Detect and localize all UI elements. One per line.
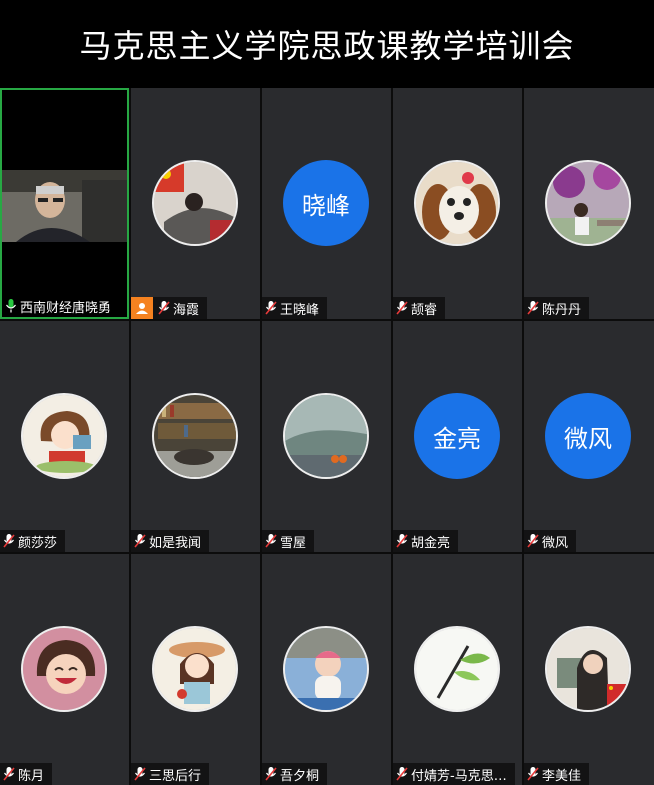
participant-nameplate: 李美佳 — [524, 763, 590, 785]
mic-muted-icon — [131, 530, 149, 552]
girl-flowers-photo — [545, 160, 631, 246]
participant-nameplate: 陈丹丹 — [524, 297, 590, 319]
host-icon — [131, 297, 153, 319]
cartoon-hat-girl-photo — [152, 626, 238, 712]
participant-tile[interactable]: 吾夕桐 — [262, 554, 391, 785]
participant-nameplate: 三思后行 — [131, 763, 210, 785]
mic-muted-icon — [393, 530, 411, 552]
participant-nameplate: 微风 — [524, 530, 577, 552]
participant-video — [2, 170, 127, 242]
participant-tile[interactable]: 陈月 — [0, 554, 129, 785]
participant-name: 海霞 — [173, 302, 200, 318]
participant-nameplate: 西南财经唐晓勇 — [2, 295, 120, 317]
participant-name: 颉睿 — [411, 302, 438, 318]
participant-name: 李美佳 — [542, 768, 582, 784]
avatar-initials: 晓峰 — [302, 191, 350, 220]
participant-tile[interactable]: 颉睿 — [393, 88, 522, 319]
participant-nameplate: 付婧芳-马克思… — [393, 763, 515, 785]
bookshelf-photo — [152, 393, 238, 479]
participant-tile[interactable]: 如是我闻 — [131, 321, 260, 552]
mic-muted-icon — [0, 530, 18, 552]
participant-name: 付婧芳-马克思… — [411, 768, 507, 784]
mic-muted-icon — [131, 763, 149, 785]
participant-name: 西南财经唐晓勇 — [20, 300, 112, 316]
avatar-initials: 微风 — [564, 424, 612, 453]
woman-flag-photo — [545, 626, 631, 712]
participant-nameplate: 陈月 — [0, 763, 53, 785]
participant-name: 微风 — [542, 535, 569, 551]
participant-tile[interactable]: 陈丹丹 — [524, 88, 654, 319]
baby-photo — [283, 626, 369, 712]
participant-tile[interactable]: 晓峰 王晓峰 — [262, 88, 391, 319]
participant-nameplate: 胡金亮 — [393, 530, 459, 552]
participant-name: 王晓峰 — [280, 302, 320, 318]
laughing-girl-photo — [21, 626, 107, 712]
participant-name: 吾夕桐 — [280, 768, 320, 784]
participant-nameplate: 雪屋 — [262, 530, 315, 552]
participant-tile[interactable]: 微风 微风 — [524, 321, 654, 552]
avatar-initials: 金亮 — [433, 424, 481, 453]
participant-nameplate: 吾夕桐 — [262, 763, 328, 785]
woman-lying-photo — [152, 160, 238, 246]
participant-nameplate: 海霞 — [131, 297, 208, 319]
participant-name: 胡金亮 — [411, 535, 451, 551]
mic-muted-icon — [524, 763, 542, 785]
dog-photo — [414, 160, 500, 246]
participant-name: 三思后行 — [149, 768, 202, 784]
participant-nameplate: 如是我闻 — [131, 530, 210, 552]
meeting-title: 马克思主义学院思政课教学培训会 — [79, 27, 575, 65]
mic-muted-icon — [262, 530, 280, 552]
participant-nameplate: 颜莎莎 — [0, 530, 66, 552]
mic-muted-icon — [155, 297, 173, 319]
participant-nameplate: 颉睿 — [393, 297, 446, 319]
mic-muted-icon — [262, 763, 280, 785]
bamboo-leaf-photo — [414, 626, 500, 712]
mic-muted-icon — [0, 763, 18, 785]
mic-muted-icon — [262, 297, 280, 319]
participant-name: 如是我闻 — [149, 535, 202, 551]
participant-tile[interactable]: 金亮 胡金亮 — [393, 321, 522, 552]
text-avatar: 金亮 — [414, 393, 500, 479]
participant-name: 陈丹丹 — [542, 302, 582, 318]
window-persimmons-photo — [283, 393, 369, 479]
text-avatar: 微风 — [545, 393, 631, 479]
participant-grid: 西南财经唐晓勇 海霞 晓峰 王晓峰 颉睿 陈丹丹 颜莎莎 如是我闻 雪屋 金亮 … — [0, 88, 654, 785]
participant-name: 颜莎莎 — [18, 535, 58, 551]
mic-muted-icon — [524, 297, 542, 319]
mic-muted-icon — [393, 297, 411, 319]
mic-muted-icon — [393, 763, 411, 785]
participant-tile[interactable]: 三思后行 — [131, 554, 260, 785]
participant-tile[interactable]: 雪屋 — [262, 321, 391, 552]
participant-tile[interactable]: 海霞 — [131, 88, 260, 319]
participant-name: 雪屋 — [280, 535, 307, 551]
participant-tile[interactable]: 西南财经唐晓勇 — [0, 88, 129, 319]
participant-tile[interactable]: 李美佳 — [524, 554, 654, 785]
participant-nameplate: 王晓峰 — [262, 297, 328, 319]
participant-tile[interactable]: 付婧芳-马克思… — [393, 554, 522, 785]
participant-tile[interactable]: 颜莎莎 — [0, 321, 129, 552]
text-avatar: 晓峰 — [283, 160, 369, 246]
meeting-title-bar: 马克思主义学院思政课教学培训会 — [0, 0, 654, 88]
cartoon-girl-photo — [21, 393, 107, 479]
speaking-mic-icon — [2, 295, 20, 317]
participant-name: 陈月 — [18, 768, 45, 784]
mic-muted-icon — [524, 530, 542, 552]
